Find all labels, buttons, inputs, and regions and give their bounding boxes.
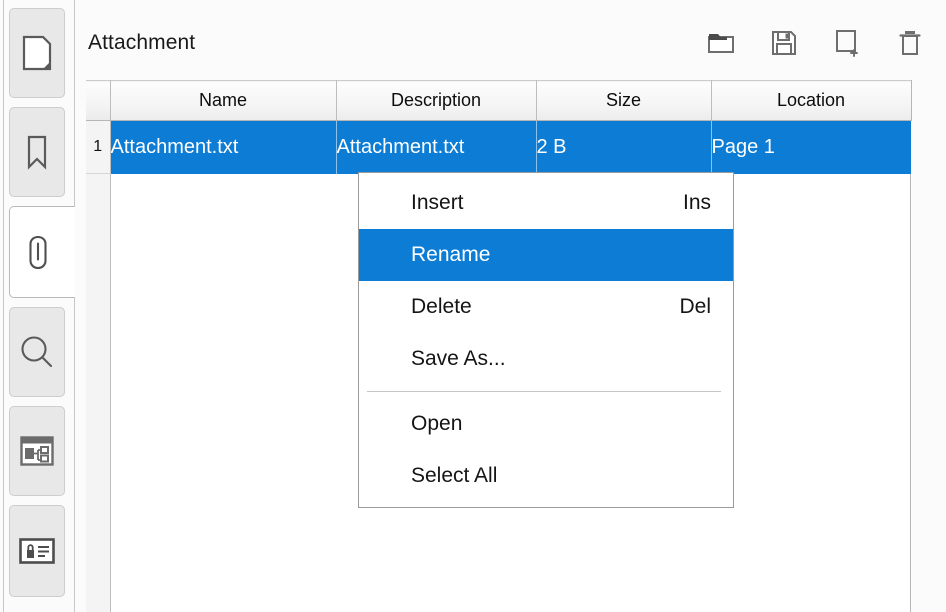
menu-item-insert[interactable]: Insert Ins: [359, 177, 733, 229]
menu-item-open-label: Open: [411, 412, 463, 435]
menu-item-insert-label: Insert: [411, 191, 464, 214]
menu-item-delete[interactable]: Delete Del: [359, 281, 733, 333]
save-floppy-icon: [772, 31, 796, 55]
cell-location[interactable]: Page 1: [711, 120, 911, 174]
menu-item-save-as[interactable]: Save As...: [359, 333, 733, 385]
page-title: Attachment: [88, 31, 196, 54]
menu-item-delete-accelerator: Del: [679, 295, 711, 318]
menu-item-rename-label: Rename: [411, 243, 491, 266]
table-header-row: Name Description Size Location: [86, 80, 912, 121]
column-header-size[interactable]: Size: [536, 80, 712, 121]
paperclip-icon: [24, 232, 52, 272]
open-attachment-button[interactable]: [705, 27, 737, 59]
trash-icon: [899, 31, 921, 55]
page-icon: [22, 35, 52, 71]
cell-name[interactable]: Attachment.txt: [110, 120, 337, 174]
menu-item-delete-label: Delete: [411, 295, 472, 318]
delete-attachment-button[interactable]: [894, 27, 926, 59]
attachment-panel-window: Attachment Name Description Size Locatio…: [0, 0, 946, 612]
attachment-toolbar: [705, 27, 926, 59]
row-number: 1: [86, 120, 111, 174]
attachment-context-menu: Insert Ins Rename Delete Del Save As... …: [358, 172, 734, 508]
row-number-gutter: [86, 174, 111, 612]
menu-item-open[interactable]: Open: [359, 398, 733, 450]
column-header-location[interactable]: Location: [711, 80, 912, 121]
sidebar-item-attachments[interactable]: [9, 206, 75, 298]
search-icon: [19, 334, 55, 370]
cell-description[interactable]: Attachment.txt: [336, 120, 537, 174]
menu-item-save-as-label: Save As...: [411, 347, 506, 370]
table-corner-cell: [86, 80, 111, 121]
signature-icon: [19, 538, 55, 564]
add-attachment-button[interactable]: [831, 27, 863, 59]
sidebar-item-search[interactable]: [9, 307, 65, 397]
menu-item-select-all-label: Select All: [411, 464, 498, 487]
page-plus-icon: [836, 30, 858, 57]
open-folder-icon: [708, 34, 734, 53]
bookmark-icon: [23, 134, 51, 170]
sidebar-left-divider: [3, 0, 4, 612]
sidebar-item-bookmarks[interactable]: [9, 107, 65, 197]
column-header-description[interactable]: Description: [336, 80, 537, 121]
menu-item-insert-accelerator: Ins: [682, 191, 711, 214]
cell-size[interactable]: 2 B: [536, 120, 712, 174]
sidebar-tab-strip: [0, 0, 75, 612]
sidebar-item-page-thumbnails[interactable]: [9, 8, 65, 98]
attachment-content-pane: Attachment Name Description Size Locatio…: [75, 0, 946, 612]
sidebar-item-layers[interactable]: [9, 406, 65, 496]
menu-item-rename[interactable]: Rename: [359, 229, 733, 281]
menu-separator: [367, 391, 721, 392]
save-attachment-button[interactable]: [768, 27, 800, 59]
sidebar-item-signatures[interactable]: [9, 505, 65, 597]
table-row[interactable]: 1 Attachment.txt Attachment.txt 2 B Page…: [86, 120, 911, 174]
menu-item-select-all[interactable]: Select All: [359, 450, 733, 502]
column-header-name[interactable]: Name: [110, 80, 337, 121]
layers-icon: [20, 436, 54, 466]
